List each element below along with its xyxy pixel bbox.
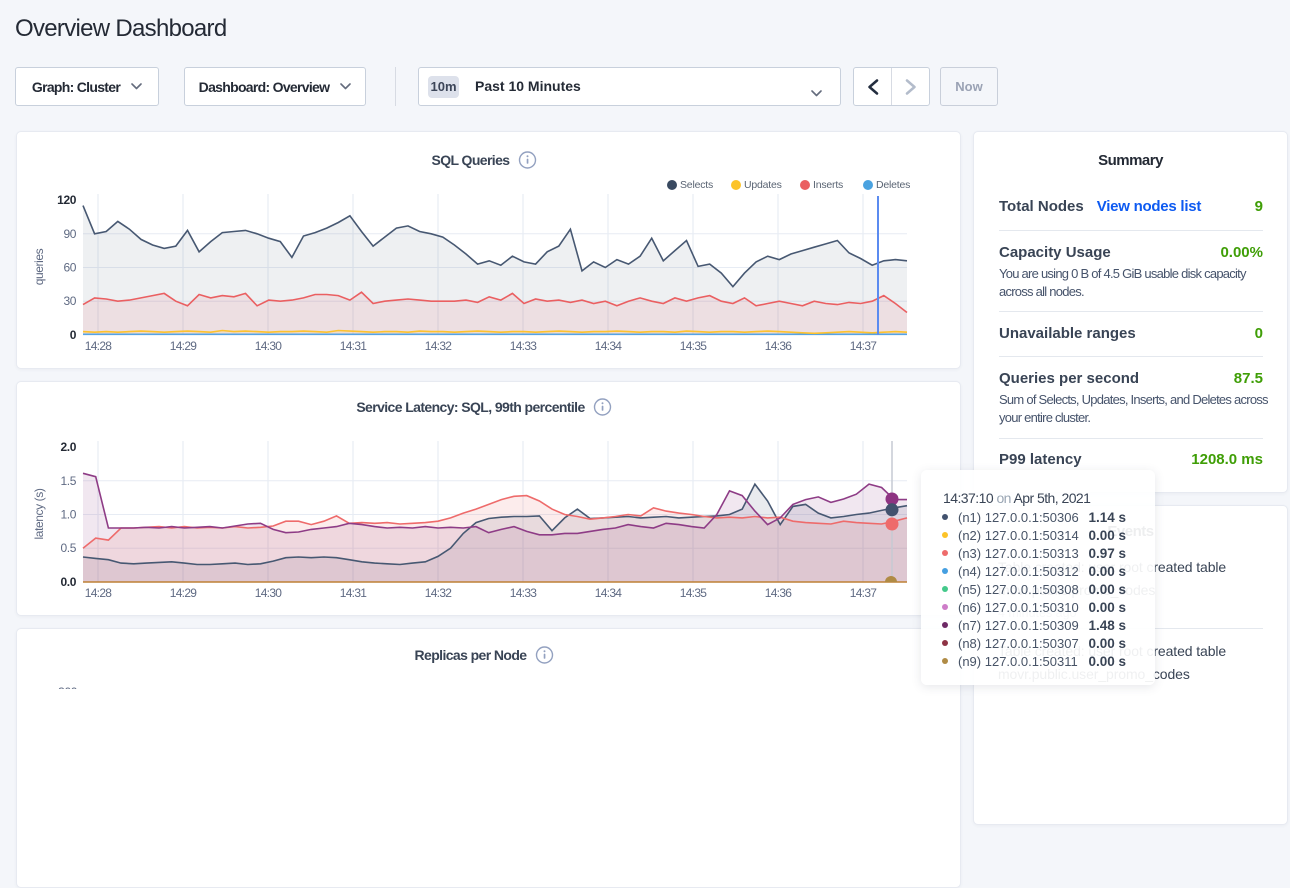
svg-text:14:36: 14:36	[765, 339, 793, 353]
svg-text:0.0: 0.0	[61, 575, 77, 589]
svg-text:14:32: 14:32	[425, 339, 453, 353]
svg-text:0.5: 0.5	[61, 541, 77, 555]
svg-text:14:35: 14:35	[680, 339, 708, 353]
svg-text:14:34: 14:34	[595, 339, 623, 353]
svg-text:1.0: 1.0	[61, 508, 77, 522]
svg-text:120: 120	[57, 193, 77, 207]
svg-text:14:37: 14:37	[850, 586, 878, 600]
svg-text:14:37: 14:37	[850, 339, 878, 353]
svg-text:14:30: 14:30	[255, 339, 283, 353]
svg-text:300: 300	[58, 685, 78, 689]
svg-text:14:34: 14:34	[595, 586, 623, 600]
svg-text:14:29: 14:29	[170, 586, 198, 600]
svg-text:latency (s): latency (s)	[32, 488, 46, 539]
svg-text:1.5: 1.5	[61, 474, 77, 488]
svg-text:queries: queries	[32, 248, 46, 285]
svg-text:14:33: 14:33	[510, 586, 538, 600]
svg-text:14:31: 14:31	[340, 339, 368, 353]
svg-text:14:31: 14:31	[340, 586, 368, 600]
svg-text:14:35: 14:35	[680, 586, 708, 600]
svg-text:90: 90	[63, 227, 76, 241]
svg-text:14:32: 14:32	[425, 586, 453, 600]
svg-text:14:28: 14:28	[85, 586, 113, 600]
svg-text:14:30: 14:30	[255, 586, 283, 600]
svg-text:2.0: 2.0	[61, 440, 77, 454]
svg-text:14:36: 14:36	[765, 586, 793, 600]
svg-text:14:33: 14:33	[510, 339, 538, 353]
svg-text:14:28: 14:28	[85, 339, 113, 353]
svg-text:60: 60	[63, 261, 76, 275]
svg-text:14:29: 14:29	[170, 339, 198, 353]
svg-text:0: 0	[70, 328, 77, 342]
svg-text:30: 30	[63, 294, 76, 308]
